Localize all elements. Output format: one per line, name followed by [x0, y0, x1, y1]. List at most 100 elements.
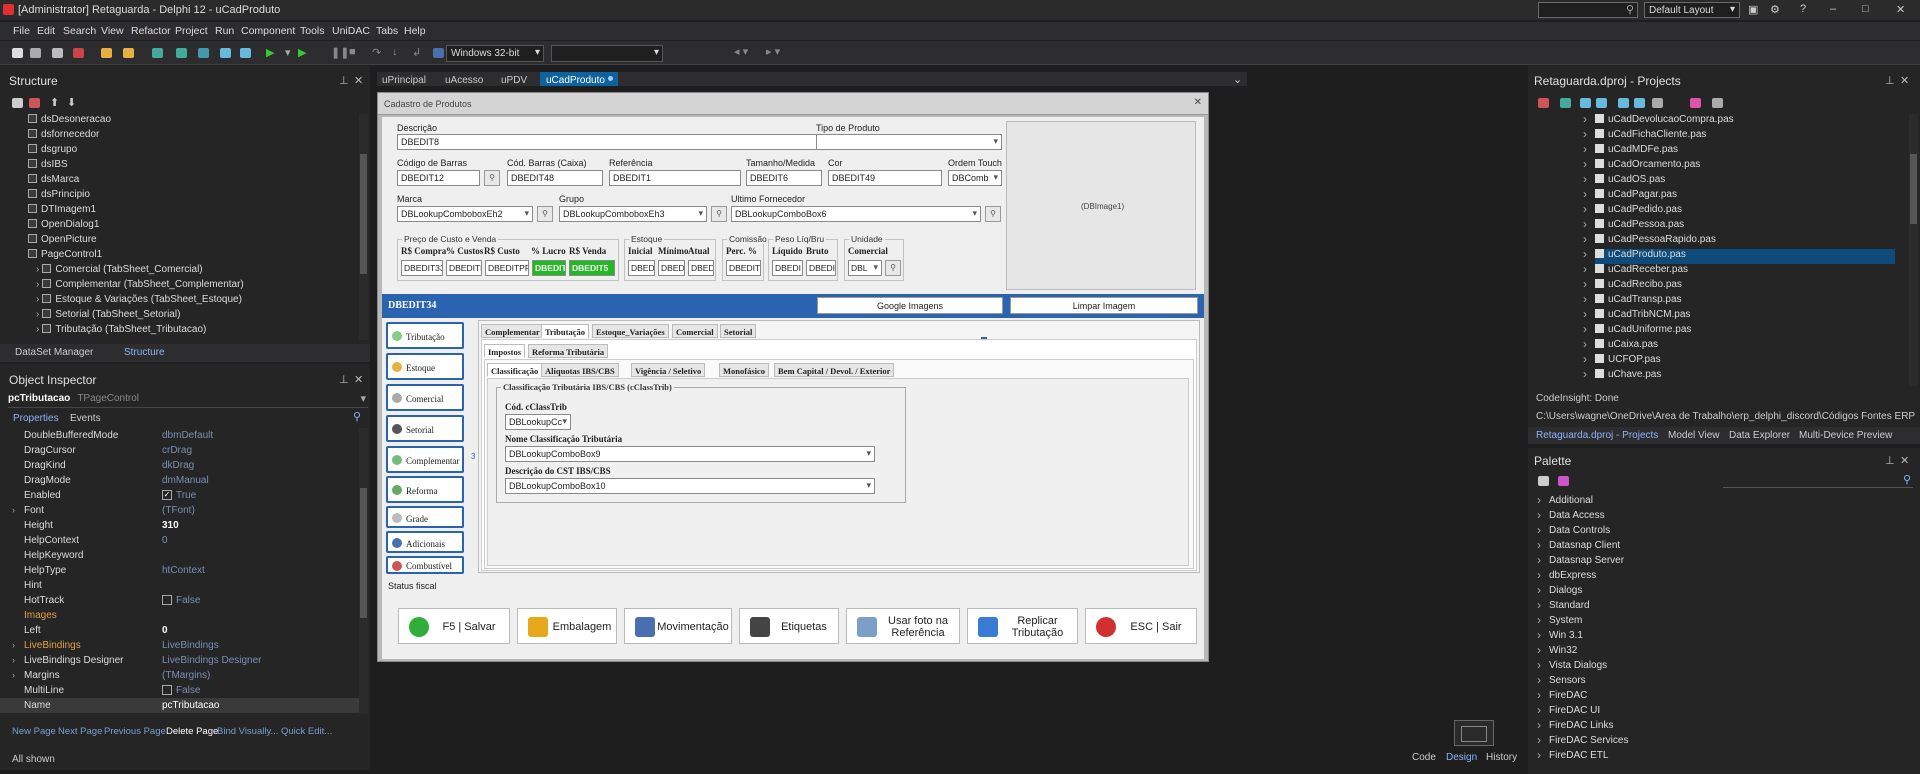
expand-icon[interactable]: ›: [36, 264, 39, 275]
tab-complementar[interactable]: Complementar: [481, 324, 544, 338]
input-cod-barras-caixa[interactable]: DBEDIT48: [507, 170, 603, 186]
input-estoque-inicial[interactable]: DBEDI: [628, 260, 655, 276]
property-value[interactable]: pcTributacao: [162, 700, 219, 711]
link-next-page[interactable]: Next Page: [58, 726, 102, 737]
combo-descricao-cst[interactable]: DBLookupComboBox10: [505, 478, 875, 494]
property-value[interactable]: False: [176, 685, 200, 696]
action-button[interactable]: Replicar Tributação: [967, 608, 1078, 644]
palette-close-icon[interactable]: ✕: [1900, 454, 1909, 467]
minimize-button[interactable]: –: [1830, 3, 1836, 15]
remove-file-icon[interactable]: [240, 48, 251, 58]
project-file[interactable]: uCadOS.pas: [1583, 172, 1665, 189]
property-value[interactable]: LiveBindings: [162, 640, 219, 651]
structure-tree[interactable]: dsDesoneracao dsfornecedor dsgrupo dsIBS dsM…: [0, 114, 358, 340]
palette-category[interactable]: Vista Dialogs: [1537, 658, 1607, 675]
tab-uacesso[interactable]: uAcesso: [445, 75, 483, 86]
input-rs-custo[interactable]: DBEDITPRE: [485, 260, 529, 276]
proj-tool2-icon[interactable]: [1560, 98, 1571, 108]
proj-tool1-icon[interactable]: [1538, 98, 1549, 108]
palette-category[interactable]: FireDAC Services: [1537, 733, 1629, 750]
checkbox-icon[interactable]: ✓: [162, 490, 172, 500]
platform-selector[interactable]: Windows 32-bit ▾: [446, 45, 544, 62]
tab-properties[interactable]: Properties: [13, 413, 59, 424]
open-project-icon[interactable]: [123, 48, 134, 58]
input-codigo-barras[interactable]: DBEDIT12: [397, 170, 480, 186]
inspector-scrollbar[interactable]: [359, 428, 368, 714]
projects-pin-icon[interactable]: ⊥: [1885, 74, 1895, 87]
pin-icon[interactable]: ⊥: [339, 74, 349, 87]
nav-combustivel[interactable]: Combustível: [386, 556, 464, 574]
nav-complementar[interactable]: Complementar: [386, 446, 464, 473]
palette-category[interactable]: dbExpress: [1537, 568, 1596, 585]
tab-estoque-variacoes[interactable]: Estoque_Variações: [592, 324, 669, 338]
structure-tool1-icon[interactable]: [12, 98, 23, 108]
input-peso-bruto[interactable]: DBEDI: [806, 260, 836, 276]
input-descricao[interactable]: DBEDIT8: [397, 134, 817, 150]
structure-item[interactable]: › Estoque & Variações (TabSheet_Estoque): [36, 294, 242, 309]
nav-estoque[interactable]: Estoque: [386, 353, 464, 380]
structure-item[interactable]: dsPrincipio: [28, 189, 90, 204]
input-rs-venda[interactable]: DBEDIT5: [569, 260, 615, 276]
layout-save-icon[interactable]: ▣: [1748, 3, 1758, 16]
property-value[interactable]: 0: [162, 535, 168, 546]
combo-tipo-produto[interactable]: [816, 134, 1002, 150]
run-icon[interactable]: ▶: [266, 46, 274, 59]
palette-category[interactable]: Datasnap Client: [1537, 538, 1620, 555]
palette-category[interactable]: Win32: [1537, 643, 1578, 660]
nav-setorial[interactable]: Setorial: [386, 415, 464, 442]
property-row[interactable]: DragCursor crDrag: [0, 443, 365, 458]
palette-tool1-icon[interactable]: [1538, 476, 1549, 486]
structure-item[interactable]: PageControl1: [28, 249, 102, 264]
structure-scrollbar[interactable]: [359, 114, 368, 340]
tab-setorial[interactable]: Setorial: [720, 324, 757, 338]
menu-tabs[interactable]: Tabs: [376, 25, 398, 37]
form-thumbnail[interactable]: [1454, 720, 1494, 746]
input-referencia[interactable]: DBEDIT1: [609, 170, 741, 186]
run-to-cursor-icon[interactable]: ↲: [412, 46, 421, 59]
structure-item[interactable]: dsIBS: [28, 159, 68, 174]
menu-view[interactable]: View: [101, 25, 124, 37]
property-value[interactable]: True: [176, 490, 196, 501]
inspector-pin-icon[interactable]: ⊥: [339, 373, 349, 386]
tab-dataset-manager[interactable]: DataSet Manager: [15, 347, 93, 358]
link-new-page[interactable]: New Page: [12, 726, 56, 737]
ide-search-input[interactable]: ⚲: [1538, 2, 1638, 18]
property-row[interactable]: Name pcTributacao: [0, 698, 365, 713]
project-file[interactable]: uCadFichaCliente.pas: [1583, 127, 1706, 144]
structure-item[interactable]: OpenPicture: [28, 234, 97, 249]
tab-monofasico[interactable]: Monofásico: [719, 363, 770, 377]
pause-icon[interactable]: ❚❚: [331, 46, 349, 59]
property-row[interactable]: DragKind dkDrag: [0, 458, 365, 473]
structure-item[interactable]: › Setorial (TabSheet_Setorial): [36, 309, 180, 324]
property-value[interactable]: False: [176, 595, 200, 606]
forward-icon[interactable]: ▸ ▾: [766, 45, 780, 58]
move-up-icon[interactable]: ⬆: [50, 96, 59, 109]
palette-category[interactable]: FireDAC ETL: [1537, 748, 1609, 765]
palette-category[interactable]: System: [1537, 613, 1582, 630]
menu-file[interactable]: File: [13, 25, 30, 37]
search-marca-icon[interactable]: ⚲: [537, 206, 553, 222]
action-button[interactable]: Usar foto na Referência: [846, 608, 960, 644]
link-bind-visually[interactable]: Bind Visually...: [217, 726, 278, 737]
property-value[interactable]: crDrag: [162, 445, 192, 456]
expand-icon[interactable]: ›: [36, 294, 39, 305]
trace-into-icon[interactable]: ↓: [392, 46, 398, 58]
config-selector[interactable]: ▾: [551, 45, 663, 62]
property-row[interactable]: MultiLine False: [0, 683, 365, 698]
proj-tool6-icon[interactable]: [1634, 98, 1645, 108]
save-all-icon[interactable]: [176, 48, 187, 58]
property-row[interactable]: Height 310: [0, 518, 365, 533]
palette-category[interactable]: Dialogs: [1537, 583, 1582, 600]
inspector-object-selector[interactable]: pcTributacao TPageControl ▾: [8, 392, 368, 408]
palette-category[interactable]: FireDAC UI: [1537, 703, 1600, 720]
project-file[interactable]: uCadOrcamento.pas: [1583, 157, 1700, 174]
palette-category[interactable]: FireDAC Links: [1537, 718, 1614, 735]
palette-category[interactable]: Data Access: [1537, 508, 1605, 525]
action-button[interactable]: Movimentação: [624, 608, 732, 644]
proj-refresh-icon[interactable]: [1618, 98, 1629, 108]
property-value[interactable]: dbmDefault: [162, 430, 213, 441]
close-file-icon[interactable]: [52, 48, 63, 58]
action-button[interactable]: Embalagem: [517, 608, 617, 644]
structure-item[interactable]: OpenDialog1: [28, 219, 99, 234]
tab-multi-device[interactable]: Multi-Device Preview: [1799, 430, 1892, 441]
